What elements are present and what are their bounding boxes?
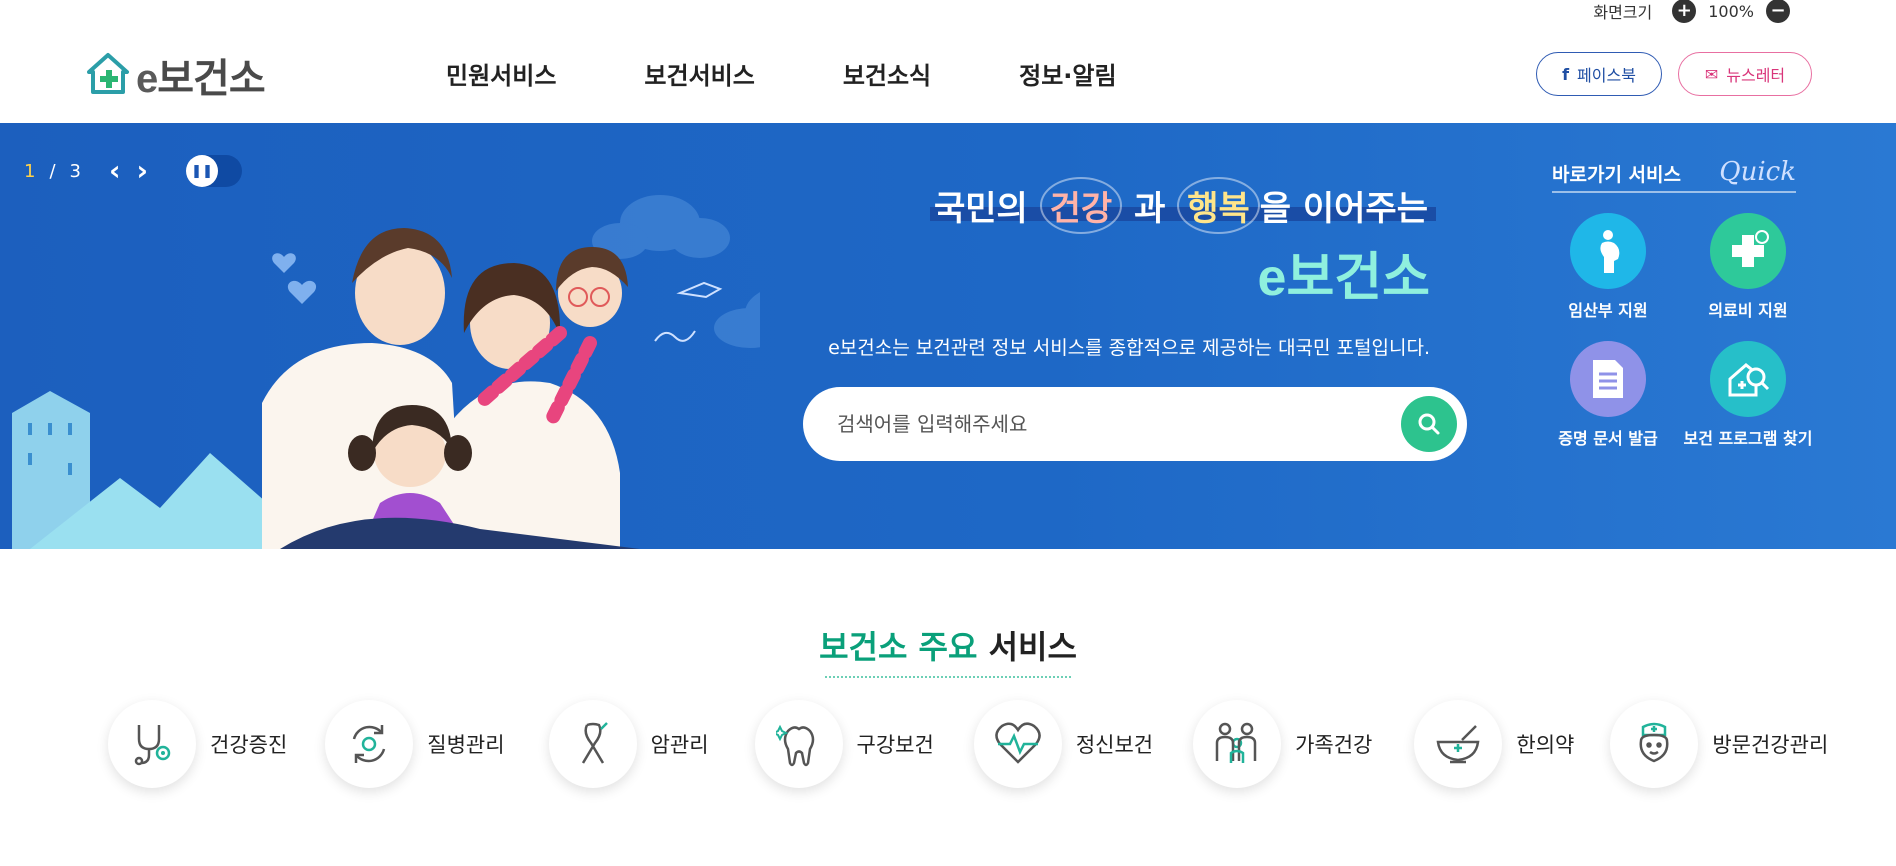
pause-toggle[interactable]: ❚❚ xyxy=(186,155,243,187)
quick-script: Quick xyxy=(1719,157,1796,187)
service-cancer-management[interactable]: 암관리 xyxy=(548,700,709,788)
service-oriental-medicine[interactable]: 한의약 xyxy=(1414,700,1574,788)
service-health-promotion[interactable]: 건강증진 xyxy=(108,700,287,788)
ribbon-icon xyxy=(548,700,637,788)
nav-civil-service[interactable]: 민원서비스 xyxy=(446,56,556,91)
search-bar xyxy=(803,387,1467,461)
nav-info-notice[interactable]: 정보·알림 xyxy=(1019,56,1116,91)
facebook-button[interactable]: f 페이스북 xyxy=(1536,52,1662,96)
zoom-value: 100% xyxy=(1708,1,1754,21)
service-disease-management[interactable]: 질병관리 xyxy=(325,700,505,788)
slide-current: 1 xyxy=(24,160,36,182)
prev-slide-icon[interactable]: ‹ xyxy=(109,157,121,185)
family-icon xyxy=(1193,700,1282,788)
hero-description: e보건소는 보건관련 정보 서비스를 종합적으로 제공하는 대국민 포털입니다. xyxy=(828,337,1430,359)
site-logo[interactable]: e보건소 xyxy=(86,46,266,104)
pregnant-woman-icon xyxy=(1570,213,1646,289)
screen-size-controls: 화면크기 + 100% − xyxy=(1593,0,1790,23)
service-mental-health[interactable]: 정신보건 xyxy=(973,700,1153,788)
services-list: 건강증진 질병관리 암관리 구강보건 정신보건 가족건강 한의약 방문건강관리 xyxy=(108,700,1828,788)
service-oral-health[interactable]: 구강보건 xyxy=(754,700,934,788)
logo-text: e보건소 xyxy=(136,57,266,101)
search-button[interactable] xyxy=(1401,396,1457,452)
hero-brand: e보건소 xyxy=(1257,249,1430,307)
pause-icon: ❚❚ xyxy=(186,155,219,187)
main-nav: 민원서비스 보건서비스 보건소식 정보·알림 xyxy=(446,56,1205,91)
document-icon xyxy=(1570,341,1646,417)
slide-controls: 1 / 3 ‹ › ❚❚ xyxy=(24,155,243,187)
quick-title: 바로가기 서비스 Quick xyxy=(1552,157,1796,193)
newsletter-label: 뉴스레터 xyxy=(1726,66,1786,85)
slide-separator: / xyxy=(49,160,56,182)
stethoscope-icon xyxy=(108,700,196,788)
facebook-icon: f xyxy=(1562,64,1570,84)
nurse-icon xyxy=(1610,700,1699,788)
quick-item-medical-cost[interactable]: 의료비 지원 xyxy=(1678,213,1818,321)
screen-size-label: 화면크기 xyxy=(1593,3,1653,22)
search-program-icon xyxy=(1710,341,1786,417)
slide-total: 3 xyxy=(69,160,81,182)
newsletter-icon: ✉ xyxy=(1704,64,1719,84)
facebook-label: 페이스북 xyxy=(1577,66,1636,85)
service-home-visit-care[interactable]: 방문건강관리 xyxy=(1610,700,1828,788)
newsletter-button[interactable]: ✉ 뉴스레터 xyxy=(1678,52,1812,96)
quick-services: 바로가기 서비스 Quick 임산부 지원 의료비 지원 증명 문서 발급 보건… xyxy=(1552,157,1822,449)
headline-word-health: 건강 xyxy=(1039,177,1123,234)
zoom-in-button[interactable]: + xyxy=(1672,0,1697,23)
search-input[interactable] xyxy=(837,412,1401,436)
next-slide-icon[interactable]: › xyxy=(137,157,149,185)
search-icon xyxy=(1418,413,1440,435)
zoom-out-button[interactable]: − xyxy=(1766,0,1790,23)
quick-item-pregnancy[interactable]: 임산부 지원 xyxy=(1538,213,1678,321)
medical-cross-icon xyxy=(1710,213,1786,289)
tooth-icon xyxy=(754,700,843,788)
nav-health-service[interactable]: 보건서비스 xyxy=(644,56,754,91)
service-family-health[interactable]: 가족건강 xyxy=(1193,700,1372,788)
headline-word-happiness: 행복 xyxy=(1177,177,1260,234)
sns-links: f 페이스북 ✉ 뉴스레터 xyxy=(1536,52,1812,96)
virus-cycle-icon xyxy=(325,700,414,788)
title-underline xyxy=(825,676,1071,678)
quick-item-program-search[interactable]: 보건 프로그램 찾기 xyxy=(1678,341,1818,449)
mortar-icon xyxy=(1414,700,1503,788)
hero-headline: 국민의 건강 과 행복 을 이어주는 xyxy=(929,177,1436,234)
heart-pulse-icon xyxy=(973,700,1062,788)
logo-house-icon xyxy=(87,53,129,94)
services-title: 보건소 주요 서비스 xyxy=(0,622,1896,678)
quick-item-certificate[interactable]: 증명 문서 발급 xyxy=(1538,341,1678,449)
nav-health-news[interactable]: 보건소식 xyxy=(843,56,931,91)
hero-banner: 1 / 3 ‹ › ❚❚ 국민의 건강 과 행복 을 이어주는 e보건소 e보건소… xyxy=(0,123,1896,549)
